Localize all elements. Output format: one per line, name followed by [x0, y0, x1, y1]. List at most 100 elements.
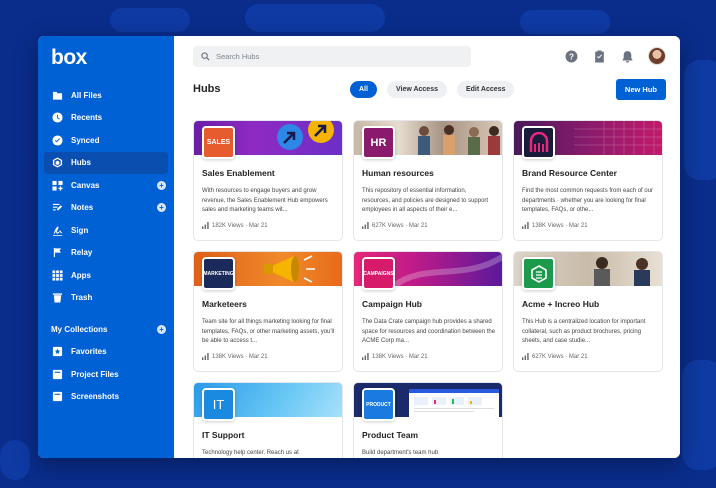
folder-icon: [51, 89, 63, 101]
background-shape: [110, 8, 190, 32]
hub-card-acme-increo[interactable]: Acme + Increo Hub This Hub is a centrali…: [513, 251, 663, 372]
canvas-icon: [51, 179, 63, 191]
hub-title: Campaign Hub: [362, 299, 422, 309]
hub-meta: 138K Views · Mar 21: [522, 222, 588, 229]
hub-logo: HR: [362, 126, 395, 159]
filter-view-access[interactable]: View Access: [386, 80, 447, 98]
hub-meta: 627K Views · Mar 21: [522, 353, 588, 360]
hub-meta-text: 627K Views · Mar 21: [372, 222, 428, 229]
hub-description: The Data Crate campaign hub provides a s…: [362, 319, 496, 344]
hub-logo: MARKETING: [202, 257, 235, 290]
background-shape: [520, 10, 610, 34]
acme-logo-icon: [522, 257, 555, 290]
notes-icon: [51, 202, 63, 214]
hub-meta-text: 182K Views · Mar 21: [212, 222, 268, 229]
sidebar: box All Files Recents Synced Hubs Canvas…: [38, 36, 174, 458]
hub-meta-text: 138K Views · Mar 21: [532, 222, 588, 229]
sidebar-item-screenshots[interactable]: Screenshots: [38, 386, 174, 409]
hub-card-sales-enablement[interactable]: SALES Sales Enablement With resources to…: [193, 120, 343, 241]
sidebar-item-synced[interactable]: Synced: [38, 129, 174, 152]
filter-all[interactable]: All: [350, 80, 377, 98]
search-icon: [201, 51, 210, 61]
page-title: Hubs: [193, 83, 221, 95]
hub-title: Human resources: [362, 168, 434, 178]
hub-description: This Hub is a centralized location for i…: [522, 319, 646, 344]
help-icon[interactable]: ?: [564, 49, 578, 63]
add-note-icon[interactable]: +: [157, 203, 166, 213]
new-hub-button[interactable]: New Hub: [615, 78, 666, 100]
hub-title: Marketeers: [202, 299, 247, 309]
hub-description: This repository of essential information…: [362, 188, 489, 213]
sign-icon: [51, 224, 63, 236]
sidebar-item-label: All Files: [71, 90, 102, 100]
hubs-header: Hubs All View Access Edit Access New Hub: [174, 76, 680, 102]
sidebar-item-label: Favorites: [71, 347, 107, 357]
user-avatar[interactable]: [648, 47, 666, 65]
hub-card-it-support[interactable]: IT IT Support Technology help center. Re…: [193, 382, 343, 458]
sidebar-item-label: Sign: [71, 225, 89, 235]
cube-icon: [530, 264, 547, 283]
hub-description: Find the most common requests from each …: [522, 188, 654, 213]
sidebar-item-relay[interactable]: Relay: [38, 242, 174, 265]
sidebar-item-hubs[interactable]: Hubs: [44, 151, 168, 174]
bar-chart-icon: [202, 353, 209, 360]
sidebar-item-canvas[interactable]: Canvas +: [38, 174, 174, 197]
brand-logo-icon: [522, 126, 555, 159]
search-input[interactable]: Search Hubs: [193, 45, 471, 67]
sidebar-item-label: Trash: [71, 293, 93, 303]
hub-logo: SALES: [202, 126, 235, 159]
app-window: box All Files Recents Synced Hubs Canvas…: [38, 36, 680, 458]
hub-description: Build department's team hub: [362, 450, 439, 456]
hub-card-brand-resource-center[interactable]: Brand Resource Center Find the most comm…: [513, 120, 663, 241]
sidebar-item-all-files[interactable]: All Files: [38, 84, 174, 107]
hub-meta-text: 627K Views · Mar 21: [532, 353, 588, 360]
hub-icon: [51, 157, 63, 169]
sidebar-item-label: Project Files: [71, 369, 119, 379]
hub-description: With resources to engage buyers and grow…: [202, 188, 328, 213]
sidebar-item-apps[interactable]: Apps: [38, 264, 174, 287]
arch-icon: [529, 131, 548, 152]
apps-grid-icon: [51, 269, 63, 281]
hub-logo: CAMPAIGNS: [362, 257, 395, 290]
sidebar-item-label: Apps: [71, 270, 91, 280]
sidebar-item-label: Canvas: [71, 180, 100, 190]
hub-meta-text: 138K Views · Mar 21: [212, 353, 268, 360]
collection-icon: [51, 368, 63, 380]
hubs-grid: SALES Sales Enablement With resources to…: [193, 120, 663, 458]
hub-logo: PRODUCT: [362, 388, 395, 421]
my-collections-header[interactable]: My Collections +: [38, 318, 174, 341]
hub-card-campaign-hub[interactable]: CAMPAIGNS Campaign Hub The Data Crate ca…: [353, 251, 503, 372]
box-logo[interactable]: box: [38, 46, 174, 84]
notifications-bell-icon[interactable]: [620, 49, 634, 63]
hub-card-marketeers[interactable]: MARKETING Marketeers Team site for all t…: [193, 251, 343, 372]
sidebar-item-label: Screenshots: [71, 392, 120, 402]
background-shape: [0, 440, 30, 480]
background-shape: [682, 360, 716, 470]
sidebar-item-trash[interactable]: Trash: [38, 287, 174, 310]
top-bar: Search Hubs ?: [174, 36, 680, 76]
sidebar-item-project-files[interactable]: Project Files: [38, 363, 174, 386]
trash-icon: [51, 292, 63, 304]
hub-card-human-resources[interactable]: HR Human resources This repository of es…: [353, 120, 503, 241]
hub-title: IT Support: [202, 430, 245, 440]
hub-title: Sales Enablement: [202, 168, 275, 178]
add-canvas-icon[interactable]: +: [157, 180, 166, 190]
hub-card-product-team[interactable]: PRODUCT Product Team Build department's …: [353, 382, 503, 458]
hub-meta: 182K Views · Mar 21: [202, 222, 268, 229]
tasks-icon[interactable]: [592, 49, 606, 63]
sidebar-item-recents[interactable]: Recents: [38, 107, 174, 130]
add-collection-icon[interactable]: +: [157, 324, 166, 334]
sidebar-item-sign[interactable]: Sign: [38, 219, 174, 242]
bar-chart-icon: [522, 353, 529, 360]
sidebar-item-notes[interactable]: Notes +: [38, 197, 174, 220]
bar-chart-icon: [362, 222, 369, 229]
bar-chart-icon: [202, 222, 209, 229]
filter-edit-access[interactable]: Edit Access: [456, 80, 515, 98]
sidebar-item-label: Notes: [71, 203, 94, 213]
check-circle-icon: [51, 134, 63, 146]
relay-icon: [51, 247, 63, 259]
sidebar-item-label: Synced: [71, 135, 100, 145]
top-icons: ?: [564, 47, 666, 65]
bar-chart-icon: [362, 353, 369, 360]
sidebar-item-favorites[interactable]: Favorites: [38, 341, 174, 364]
